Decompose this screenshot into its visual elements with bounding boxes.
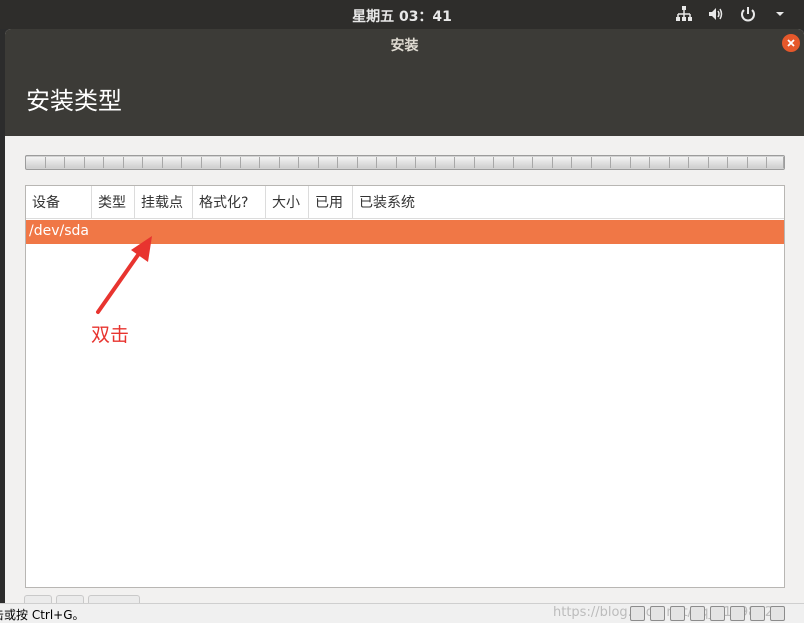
vm-device-icons (630, 606, 785, 621)
page-title: 安装类型 (26, 87, 122, 115)
status-bar: 击或按 Ctrl+G。 https://blog.csdn.net/qq_415… (0, 603, 804, 623)
fullscreen-icon[interactable] (770, 606, 785, 621)
network-icon[interactable] (674, 4, 694, 24)
network-adapter-icon[interactable] (670, 606, 685, 621)
partition-bar-segment (279, 157, 299, 168)
annotation-label: 双击 (91, 324, 130, 346)
partition-bar-segment (240, 157, 260, 168)
table-header: 设备 类型 挂载点 格式化? 大小 已用 已装系统 (26, 186, 784, 219)
column-header-installed-os[interactable]: 已装系统 (353, 186, 453, 219)
partition-bar-segment (377, 157, 397, 168)
partition-bar-segment (396, 157, 416, 168)
partition-bar-segment (260, 157, 280, 168)
system-tray (674, 4, 790, 24)
partition-bar-segment (630, 157, 650, 168)
partition-bar-segment (747, 157, 767, 168)
optical-drive-icon[interactable] (650, 606, 665, 621)
partition-bar-segment (338, 157, 358, 168)
partition-bar-segment (728, 157, 748, 168)
webcam-icon[interactable] (750, 606, 765, 621)
device-cell: /dev/sda (29, 223, 89, 239)
table-row[interactable]: /dev/sda (26, 220, 784, 244)
column-header-device[interactable]: 设备 (26, 186, 92, 219)
partition-bar-segment (494, 157, 514, 168)
volume-icon[interactable] (706, 4, 726, 24)
partition-bar-segment (45, 157, 65, 168)
window-title: 安装 (390, 38, 419, 54)
partition-bar-segment (767, 157, 784, 168)
partition-bar-segment (455, 157, 475, 168)
partition-bar-segment (143, 157, 163, 168)
partition-bar-segment (552, 157, 572, 168)
partition-bar-segment (318, 157, 338, 168)
partition-bar-segment (416, 157, 436, 168)
partition-bar-segment (299, 157, 319, 168)
column-header-type[interactable]: 类型 (92, 186, 135, 219)
partition-bar-segment (182, 157, 202, 168)
close-icon (787, 39, 795, 47)
page-header: 安装类型 (5, 59, 804, 136)
partition-bar-segment (650, 157, 670, 168)
column-header-format[interactable]: 格式化? (193, 186, 266, 219)
partition-bar-segment (123, 157, 143, 168)
column-header-size[interactable]: 大小 (266, 186, 309, 219)
partition-bar-segment (591, 157, 611, 168)
column-header-used[interactable]: 已用 (309, 186, 353, 219)
partition-bar-segment (611, 157, 631, 168)
sound-icon[interactable] (730, 606, 745, 621)
partition-bar-segment (513, 157, 533, 168)
chevron-down-icon[interactable] (770, 4, 790, 24)
partition-bar-segment (689, 157, 709, 168)
close-button[interactable] (782, 34, 800, 52)
top-panel: 星期五 03：41 (0, 0, 804, 29)
partition-bar (25, 155, 785, 170)
column-header-mount-point[interactable]: 挂载点 (135, 186, 193, 219)
partition-bar-segment (572, 157, 592, 168)
power-icon[interactable] (738, 4, 758, 24)
hard-disk-icon[interactable] (630, 606, 645, 621)
partition-bar-segment (84, 157, 104, 168)
partition-bar-segment (162, 157, 182, 168)
installer-window: 安装 安装类型 设备 类型 挂载点 格式化? 大小 已用 已装系统 /dev/s… (5, 29, 804, 603)
partition-bar-segment (104, 157, 124, 168)
partition-bar-segment (201, 157, 221, 168)
partition-bar-segment (65, 157, 85, 168)
partition-bar-segment (221, 157, 241, 168)
status-hint: 击或按 Ctrl+G。 (0, 608, 85, 622)
title-bar[interactable]: 安装 (5, 29, 804, 59)
usb-icon[interactable] (690, 606, 705, 621)
partition-bar-segment (26, 157, 46, 168)
partition-bar-segment (357, 157, 377, 168)
partition-bar-segment (533, 157, 553, 168)
partition-table[interactable]: 设备 类型 挂载点 格式化? 大小 已用 已装系统 /dev/sda (25, 185, 785, 588)
printer-icon[interactable] (710, 606, 725, 621)
partition-bar-segment (669, 157, 689, 168)
partition-bar-segment (435, 157, 455, 168)
partition-bar-segment (474, 157, 494, 168)
partition-bar-segment (708, 157, 728, 168)
